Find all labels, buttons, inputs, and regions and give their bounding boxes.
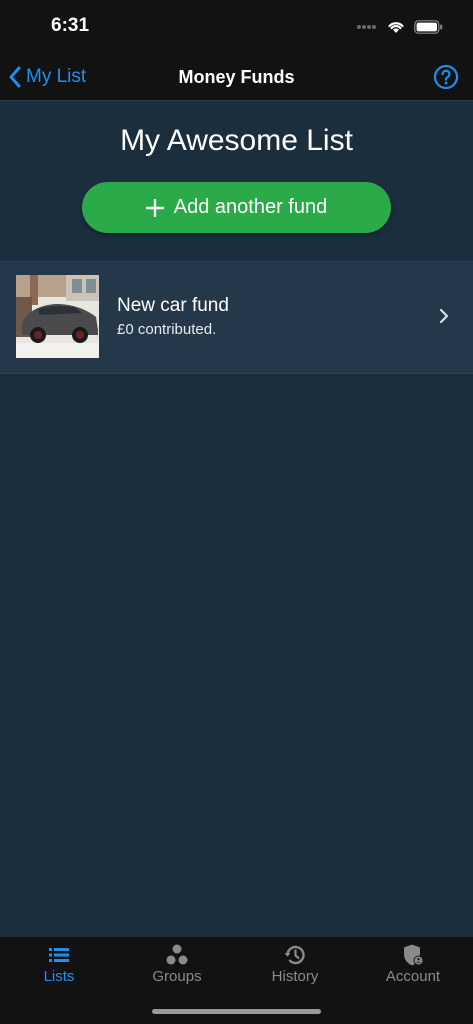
tab-lists-label: Lists	[43, 968, 75, 985]
tab-account-label: Account	[385, 968, 441, 985]
navigation-bar: My List Money Funds	[0, 54, 473, 101]
tab-lists[interactable]: Lists	[0, 937, 118, 993]
chevron-right-icon	[439, 308, 449, 324]
tab-history[interactable]: History	[236, 937, 354, 993]
history-icon	[284, 945, 305, 965]
wifi-icon	[388, 22, 404, 33]
add-fund-button-label: Add another fund	[173, 196, 328, 218]
question-circle-icon[interactable]	[433, 64, 459, 90]
tab-groups-label: Groups	[152, 968, 202, 985]
groups-icon	[166, 944, 188, 965]
plus-icon	[145, 198, 164, 217]
fund-contributed: £0 contributed.	[117, 321, 217, 338]
fund-thumbnail-image	[16, 275, 99, 358]
add-fund-button[interactable]: Add another fund	[82, 182, 391, 233]
list-icon	[49, 948, 69, 962]
account-shield-icon	[404, 944, 424, 966]
status-bar: 6:31	[0, 0, 473, 54]
status-time: 6:31	[51, 15, 90, 36]
page-title: Money Funds	[178, 67, 295, 87]
fund-name: New car fund	[117, 295, 229, 316]
status-icons	[356, 18, 443, 36]
list-title: My Awesome List	[120, 124, 353, 157]
cellular-signal-icon	[357, 25, 376, 29]
tab-history-label: History	[271, 968, 319, 985]
home-indicator	[152, 1009, 321, 1014]
tab-account[interactable]: Account	[354, 937, 472, 993]
fund-list-item[interactable]: New car fund £0 contributed.	[0, 261, 473, 374]
battery-icon	[414, 20, 443, 34]
tab-groups[interactable]: Groups	[118, 937, 236, 993]
